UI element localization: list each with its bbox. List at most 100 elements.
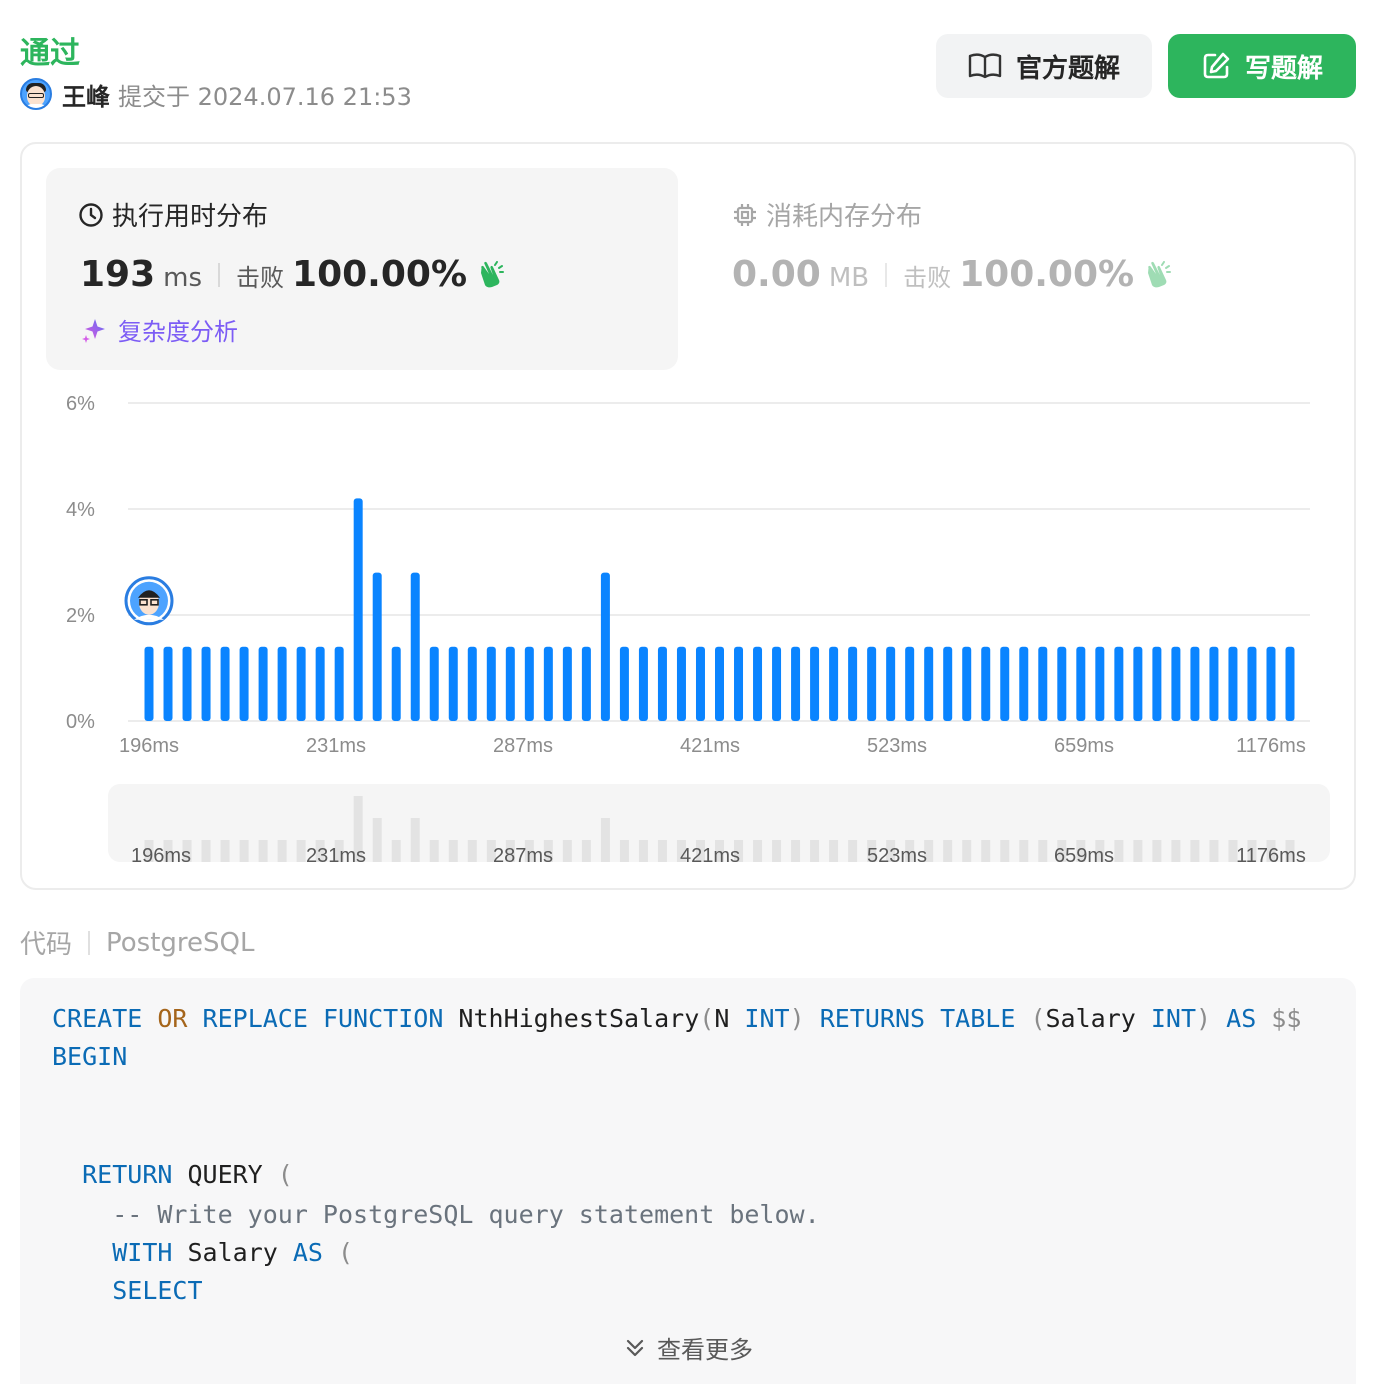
overview-bar xyxy=(810,840,820,862)
code-token: SELECT xyxy=(112,1276,203,1305)
chart-bar xyxy=(981,646,991,721)
overview-bar xyxy=(391,840,401,862)
chart-bar xyxy=(144,646,154,721)
memory-unit: MB xyxy=(828,263,870,293)
overview-bar xyxy=(1190,840,1200,862)
code-token: N xyxy=(714,1004,745,1033)
code-language: PostgreSQL xyxy=(106,927,255,958)
memory-value: 0.00 xyxy=(732,254,821,295)
overview-bar xyxy=(1209,840,1219,862)
chart-bar xyxy=(1076,646,1086,721)
runtime-value: 193 xyxy=(80,254,156,295)
chart-bar xyxy=(1266,646,1276,721)
avatar[interactable] xyxy=(20,78,52,110)
overview-tick-label: 659ms xyxy=(1054,845,1114,867)
chart-bar xyxy=(1133,646,1143,721)
code-block[interactable]: 查看更多 CREATE OR REPLACE FUNCTION NthHighe… xyxy=(20,978,1356,1384)
overview-bar xyxy=(1019,840,1029,862)
chart-bar xyxy=(1057,646,1067,721)
chart-bar xyxy=(657,646,667,721)
chart-bar xyxy=(638,646,648,721)
chart-bar xyxy=(562,646,572,721)
code-token: ( xyxy=(699,1004,715,1033)
view-more-button[interactable]: 查看更多 xyxy=(20,1330,1356,1365)
chart-bar xyxy=(163,646,173,721)
runtime-metric: 193 ms 击败 100.00% xyxy=(80,254,505,295)
chart-bar xyxy=(1190,646,1200,721)
official-solution-button[interactable]: 官方题解 xyxy=(936,34,1152,98)
user-position-avatar[interactable] xyxy=(124,576,174,626)
chart-bar xyxy=(1038,646,1048,721)
code-token: Salary xyxy=(172,1238,293,1267)
overview-bar xyxy=(848,840,858,862)
overview-bar xyxy=(772,840,782,862)
code-token: INT xyxy=(1150,1004,1197,1033)
overview-tick-label: 523ms xyxy=(867,845,927,867)
overview-bar xyxy=(600,818,610,862)
overview-tick-label: 421ms xyxy=(680,845,740,867)
runtime-distribution-chart[interactable]: 6% 4% 2% 0% 196ms 231ms 287ms 421ms 523ms 659ms 11… xyxy=(46,388,1336,872)
runtime-unit: ms xyxy=(163,263,203,293)
code-token: ) xyxy=(789,1004,805,1033)
x-tick-label: 523ms xyxy=(867,735,927,757)
chart-bar xyxy=(791,646,801,721)
overview-bar xyxy=(753,840,763,862)
x-tick-label: 421ms xyxy=(680,735,740,757)
chart-bar xyxy=(429,646,439,721)
overview-bar xyxy=(1152,840,1162,862)
code-line: WITH Salary AS ( xyxy=(52,1238,353,1267)
code-token: WITH xyxy=(112,1238,173,1267)
chart-bar xyxy=(543,646,553,721)
chart-bar xyxy=(753,646,763,721)
y-tick-label: 2% xyxy=(66,605,95,627)
overview-bar xyxy=(1171,840,1181,862)
author-name[interactable]: 王峰 xyxy=(62,77,110,112)
chart-bar xyxy=(1152,646,1162,721)
memory-panel[interactable]: 消耗内存分布 0.00 MB 击败 100.00% xyxy=(708,168,1328,370)
code-token: BEGIN xyxy=(52,1042,128,1071)
chart-bar xyxy=(1285,646,1295,721)
code-line: RETURN QUERY ( xyxy=(52,1160,293,1189)
code-line: BEGIN xyxy=(52,1042,127,1071)
chart-bar xyxy=(239,646,249,721)
overview-bar xyxy=(296,840,306,862)
y-tick-label: 6% xyxy=(66,393,95,415)
chart-bar xyxy=(867,646,877,721)
chart-bar xyxy=(486,646,496,721)
code-token: RETURNS TABLE xyxy=(819,1004,1016,1033)
runtime-panel[interactable]: 执行用时分布 193 ms 击败 100.00% 复杂度分析 xyxy=(46,168,678,370)
book-icon xyxy=(968,53,1002,79)
overview-bar xyxy=(372,818,382,862)
write-solution-button[interactable]: 写题解 xyxy=(1168,34,1356,98)
chart-bar xyxy=(1247,646,1257,721)
x-tick-label: 287ms xyxy=(493,735,553,757)
complexity-label: 复杂度分析 xyxy=(118,318,238,346)
code-line: CREATE OR REPLACE FUNCTION NthHighestSal… xyxy=(52,1004,1301,1033)
write-solution-label: 写题解 xyxy=(1244,53,1323,84)
chart-bar xyxy=(296,646,306,721)
overview-bar xyxy=(220,840,230,862)
chart-bar xyxy=(182,646,192,721)
sparkle-icon xyxy=(82,318,105,343)
chart-bar xyxy=(524,646,534,721)
chart-bar xyxy=(1228,646,1238,721)
complexity-analysis-link[interactable]: 复杂度分析 xyxy=(80,312,238,347)
overview-tick-label: 196ms xyxy=(131,845,191,867)
code-label: 代码 xyxy=(20,930,73,960)
code-token: $$ xyxy=(1256,1004,1302,1033)
code-token: INT xyxy=(744,1004,790,1033)
chart-bar xyxy=(924,646,934,721)
x-tick-label: 659ms xyxy=(1054,735,1114,757)
code-line: -- Write your PostgreSQL query statement… xyxy=(52,1200,820,1229)
code-token: ) xyxy=(1196,1004,1212,1033)
overview-bar xyxy=(448,840,458,862)
chart-bar xyxy=(1019,646,1029,721)
chart-bar xyxy=(943,646,953,721)
code-token: -- Write your PostgreSQL query statement… xyxy=(112,1200,820,1229)
overview-bar xyxy=(467,840,477,862)
result-card: 执行用时分布 193 ms 击败 100.00% 复杂度分析 消耗内存分布 0.… xyxy=(20,142,1356,890)
